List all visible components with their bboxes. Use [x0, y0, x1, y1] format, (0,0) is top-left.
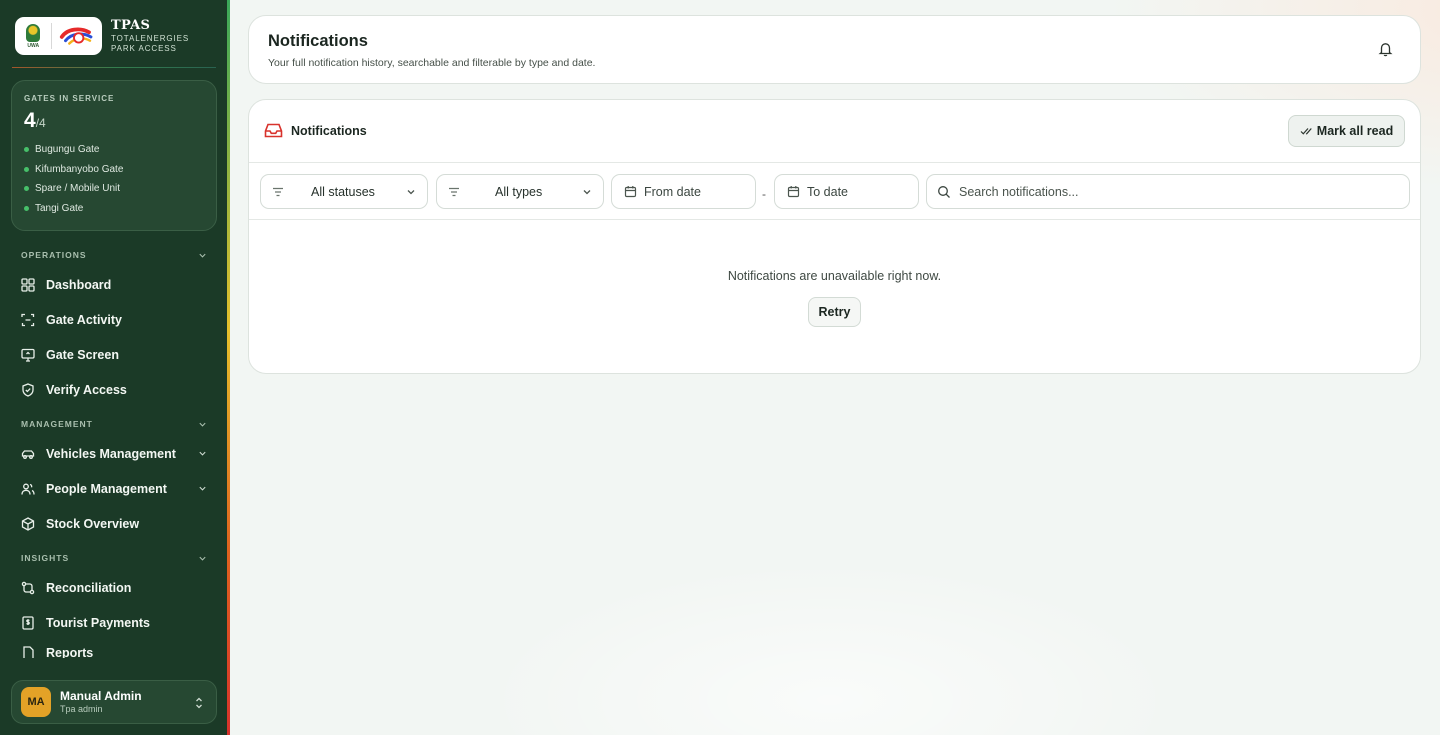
scan-icon — [21, 313, 35, 327]
car-icon — [21, 447, 35, 461]
gate-list: Bugungu Gate Kifumbanyobo Gate Spare / M… — [24, 140, 204, 218]
sidebar-item-verify-access[interactable]: Verify Access — [21, 378, 207, 402]
sidebar-item-stock-overview[interactable]: Stock Overview — [21, 512, 207, 536]
user-role: Tpa admin — [60, 703, 103, 714]
status-dot-icon — [24, 166, 29, 172]
users-icon — [21, 482, 35, 496]
avatar: MA — [21, 687, 51, 717]
gate-item: Tangi Gate — [24, 199, 204, 219]
chevrons-up-down-icon — [196, 697, 202, 709]
retry-button[interactable]: Retry — [808, 297, 861, 327]
status-dot-icon — [24, 147, 29, 153]
gates-in-service-card: GATES IN SERVICE 4/4 Bugungu Gate Kifumb… — [11, 80, 217, 231]
calendar-icon — [787, 186, 800, 198]
chevron-down-icon — [199, 486, 206, 491]
sidebar-item-gate-screen[interactable]: Gate Screen — [21, 343, 207, 367]
git-compare-icon — [21, 581, 35, 595]
calendar-icon — [624, 186, 637, 198]
to-date-input[interactable]: To date — [774, 174, 919, 209]
sidebar: UWA TPAS TOTALENERGIES PARK ACCESS GATES… — [0, 0, 228, 735]
bell-icon[interactable] — [1378, 41, 1393, 57]
sidebar-item-dashboard[interactable]: Dashboard — [21, 273, 207, 297]
panel-header: Notifications Mark all read — [249, 100, 1420, 163]
chevron-down-icon — [407, 190, 415, 195]
sidebar-item-reports[interactable]: Reports — [21, 646, 207, 658]
chevron-down-icon — [199, 451, 206, 456]
check-check-icon — [1300, 128, 1312, 135]
file-icon — [21, 646, 35, 658]
partner-logos: UWA — [15, 17, 102, 55]
chevron-down-icon — [199, 422, 206, 427]
status-filter-select[interactable]: All statuses — [260, 174, 428, 209]
status-dot-icon — [24, 186, 29, 192]
section-operations[interactable]: OPERATIONS — [21, 250, 207, 260]
app-name: TPAS — [111, 18, 151, 33]
receipt-icon — [21, 616, 35, 630]
brand[interactable]: UWA TPAS TOTALENERGIES PARK ACCESS — [15, 16, 189, 56]
sidebar-item-tourist-payments[interactable]: Tourist Payments — [21, 611, 207, 635]
app-subtitle-1: TOTALENERGIES — [111, 34, 190, 43]
brand-divider — [12, 67, 216, 68]
user-name: Manual Admin — [60, 689, 142, 704]
user-menu[interactable]: MA Manual Admin Tpa admin — [11, 680, 217, 724]
app-subtitle-2: PARK ACCESS — [111, 44, 177, 53]
chevron-down-icon — [199, 556, 206, 561]
sidebar-item-gate-activity[interactable]: Gate Activity — [21, 308, 207, 332]
page-header: Notifications Your full notification his… — [248, 15, 1421, 84]
empty-state-message: Notifications are unavailable right now. — [727, 269, 942, 283]
status-dot-icon — [24, 205, 29, 211]
gates-count: 4/4 — [24, 109, 46, 132]
notifications-panel: Notifications Mark all read All statuses… — [248, 99, 1421, 374]
panel-title: Notifications — [291, 124, 367, 138]
filter-lines-icon — [449, 187, 459, 196]
chevron-down-icon — [583, 190, 591, 195]
section-management[interactable]: MANAGEMENT — [21, 419, 207, 429]
grid-icon — [21, 278, 35, 292]
from-date-input[interactable]: From date — [611, 174, 756, 209]
package-icon — [21, 517, 35, 531]
search-icon — [938, 185, 950, 198]
filter-lines-icon — [273, 187, 283, 196]
sidebar-item-vehicles-management[interactable]: Vehicles Management — [21, 442, 207, 466]
type-filter-select[interactable]: All types — [436, 174, 604, 209]
gate-item: Bugungu Gate — [24, 140, 204, 160]
filter-bar: All statuses All types From date - To da… — [249, 163, 1420, 220]
search-input[interactable]: Search notifications... — [926, 174, 1410, 209]
sidebar-item-people-management[interactable]: People Management — [21, 477, 207, 501]
section-insights[interactable]: INSIGHTS — [21, 553, 207, 563]
uwa-logo: UWA — [21, 21, 45, 51]
shield-check-icon — [21, 383, 35, 397]
totalenergies-logo — [60, 27, 93, 45]
gate-item: Kifumbanyobo Gate — [24, 160, 204, 180]
chevron-down-icon — [199, 253, 206, 258]
sidebar-item-reconciliation[interactable]: Reconciliation — [21, 576, 207, 600]
page-subtitle: Your full notification history, searchab… — [268, 57, 596, 69]
gate-item: Spare / Mobile Unit — [24, 179, 204, 199]
mark-all-read-button[interactable]: Mark all read — [1288, 115, 1405, 147]
monitor-icon — [21, 348, 35, 362]
inbox-icon — [264, 123, 283, 138]
date-range-separator: - — [762, 187, 766, 201]
gates-label: GATES IN SERVICE — [24, 94, 115, 103]
page-title: Notifications — [268, 32, 368, 50]
